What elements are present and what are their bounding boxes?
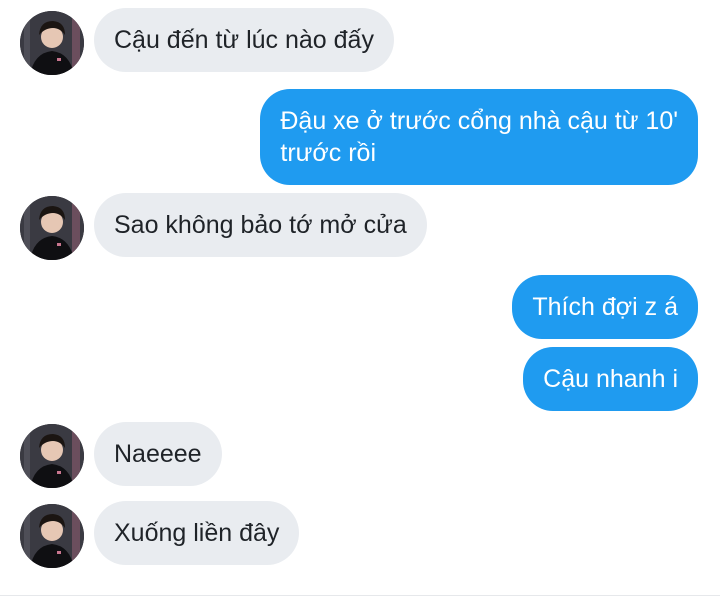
avatar-photo-icon <box>20 504 84 568</box>
message-text: Xuống liền đây <box>114 519 280 547</box>
message-text-line: trước rồi <box>280 139 377 167</box>
message-bubble-incoming[interactable]: Xuống liền đây <box>94 501 300 565</box>
message-text: Cậu đến từ lúc nào đấy <box>114 26 374 54</box>
message-bubble-incoming[interactable]: Sao không bảo tớ mở cửa <box>94 193 427 257</box>
message-bubble-incoming[interactable]: Naeeee <box>94 422 222 486</box>
avatar-photo-icon <box>20 11 84 75</box>
message-text-line: Đậu xe ở trước cổng nhà cậu từ 10' <box>280 107 678 135</box>
message-bubble-outgoing[interactable]: Cậu nhanh i <box>523 347 698 411</box>
chat-thread: Cậu đến từ lúc nào đấy Đậu xe ở trước cổ… <box>0 0 720 596</box>
message-text: Cậu nhanh i <box>543 365 678 393</box>
contact-avatar[interactable] <box>20 11 84 75</box>
message-text: Naeeee <box>114 440 202 468</box>
contact-avatar[interactable] <box>20 196 84 260</box>
message-text: Sao không bảo tớ mở cửa <box>114 211 407 239</box>
contact-avatar[interactable] <box>20 424 84 488</box>
message-bubble-outgoing[interactable]: Thích đợi z á <box>512 275 698 339</box>
contact-avatar[interactable] <box>20 504 84 568</box>
message-bubble-outgoing[interactable]: Đậu xe ở trước cổng nhà cậu từ 10' trước… <box>260 89 698 185</box>
message-bubble-incoming[interactable]: Cậu đến từ lúc nào đấy <box>94 8 394 72</box>
avatar-photo-icon <box>20 196 84 260</box>
avatar-photo-icon <box>20 424 84 488</box>
message-text: Thích đợi z á <box>532 293 678 321</box>
